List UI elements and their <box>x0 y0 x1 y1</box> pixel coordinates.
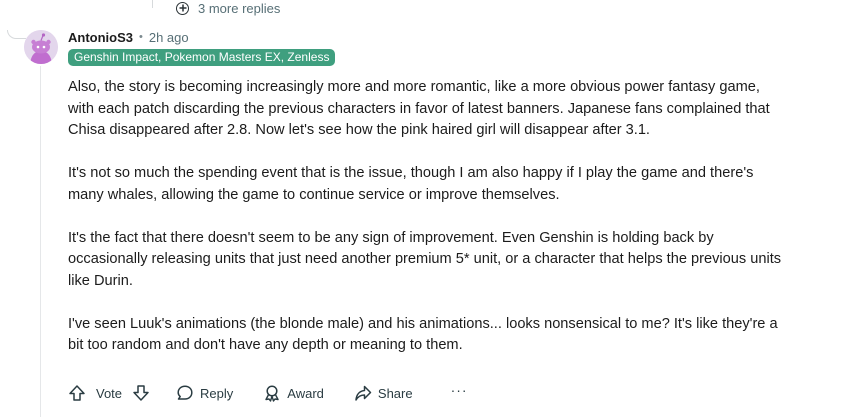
thread-line <box>152 0 153 8</box>
reply-button[interactable]: Reply <box>176 384 233 402</box>
more-options-button[interactable]: ··· <box>451 382 468 404</box>
share-icon <box>355 385 372 401</box>
award-icon <box>265 385 279 402</box>
comment-body: Also, the story is becoming increasingly… <box>68 77 788 378</box>
award-button[interactable]: Award <box>263 384 324 402</box>
upvote-button[interactable] <box>68 384 86 402</box>
more-replies-label: 3 more replies <box>198 0 281 16</box>
downvote-button[interactable] <box>132 384 150 402</box>
comment-action-bar: Vote Reply Award Share ··· <box>68 382 468 404</box>
share-button[interactable]: Share <box>354 384 413 402</box>
comment-paragraph: Also, the story is becoming increasingly… <box>68 79 770 139</box>
speech-bubble-icon <box>177 385 193 400</box>
thread-branch-line <box>7 30 26 39</box>
upvote-icon <box>69 385 85 401</box>
downvote-icon <box>133 385 149 401</box>
comment-paragraph: It's not so much the spending event that… <box>68 165 754 203</box>
snoo-avatar-icon <box>24 30 58 64</box>
comment-paragraph: It's the fact that there doesn't seem to… <box>68 229 782 289</box>
thread-line[interactable] <box>40 66 41 417</box>
comment-header: AntonioS3 • 2h ago <box>68 29 189 45</box>
share-label: Share <box>377 385 413 401</box>
vote-group: Vote <box>68 384 150 402</box>
user-flair[interactable]: Genshin Impact, Pokemon Masters EX, Zenl… <box>68 49 336 66</box>
more-replies-button[interactable]: 3 more replies <box>176 0 280 16</box>
reply-label: Reply <box>200 385 234 401</box>
award-label: Award <box>287 385 324 401</box>
avatar[interactable] <box>24 30 58 64</box>
username[interactable]: AntonioS3 <box>68 30 133 45</box>
timestamp[interactable]: 2h ago <box>149 30 189 45</box>
plus-circle-icon <box>176 1 189 15</box>
separator-dot: • <box>139 31 143 43</box>
vote-label: Vote <box>96 385 123 401</box>
comment-paragraph: I've seen Luuk's animations (the blonde … <box>68 315 778 354</box>
